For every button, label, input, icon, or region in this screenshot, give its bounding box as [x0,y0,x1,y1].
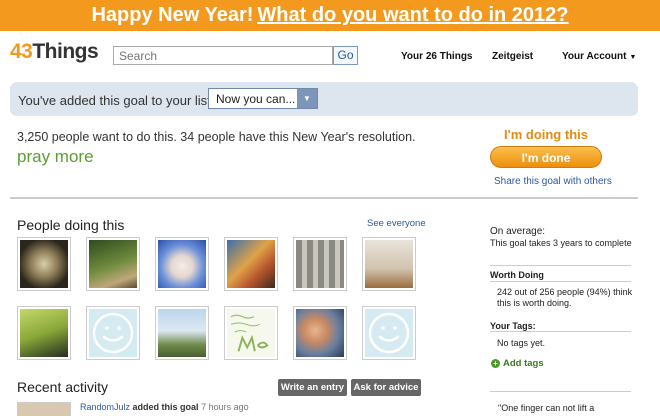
recent-time: 7 hours ago [201,402,249,412]
sidebar-divider [490,331,631,332]
banner-lead: Happy New Year! [91,4,254,26]
search-go-button[interactable]: Go [333,46,358,65]
logo[interactable]: 43Things [10,40,99,64]
nav-your-account-label: Your Account [562,51,627,62]
tree-avatar-image [158,309,206,357]
handwriting-graphic [230,314,269,352]
logo-number: 43 [10,40,33,63]
promo-banner: Happy New Year! What do you want to do in… [0,0,660,31]
user-avatar[interactable] [17,306,71,360]
people-heading: People doing this [17,217,125,233]
plus-icon: + [491,359,500,368]
select-value: Now you can... [216,92,296,106]
banner-link[interactable]: What do you want to do in 2012? [257,4,568,26]
goal-stats: 3,250 people want to do this. 34 people … [17,130,416,144]
user-avatar[interactable] [224,306,278,360]
recent-activity-heading: Recent activity [17,379,109,395]
recent-action: added this goal [132,402,199,412]
see-everyone-link[interactable]: See everyone [367,218,426,229]
share-goal-link[interactable]: Share this goal with others [494,176,612,187]
smiley-icon [368,312,410,354]
your-tags-label: Your Tags: [490,321,536,331]
chevron-down-icon[interactable]: ▼ [297,89,317,108]
user-avatar[interactable] [86,237,140,291]
im-done-button[interactable]: I'm done [490,146,602,168]
user-avatar[interactable] [362,306,416,360]
sidebar-divider [490,265,631,266]
add-tags-link[interactable]: + Add tags [491,358,544,369]
cat-avatar-image [20,309,68,357]
mandala-avatar-image [20,240,68,288]
caret-down-icon: ▼ [629,54,637,61]
section-divider [10,197,638,199]
goal-title[interactable]: pray more [17,147,94,167]
lockers-avatar-image [296,240,344,288]
user-avatar[interactable] [293,237,347,291]
smiley-icon [92,312,134,354]
worth-doing-label: Worth Doing [490,270,544,280]
user-avatar[interactable] [155,306,209,360]
no-tags-text: No tags yet. [497,338,546,348]
average-label: On average: [490,226,546,237]
quote-text: "One finger can not lift a [498,403,595,413]
worth-doing-text-2: this is worth doing. [497,298,572,308]
default-smiley-avatar [89,309,137,357]
worth-doing-text-1: 242 out of 256 people (94%) think [497,287,633,297]
nav-zeitgeist[interactable]: Zeitgeist [492,51,533,62]
sidebar-divider [490,391,631,392]
recent-user-link[interactable]: RandomJulz [80,402,130,412]
ask-advice-button[interactable]: Ask for advice [351,379,421,396]
recent-activity-item: RandomJulz added this goal 7 hours ago [80,402,249,412]
average-text: This goal takes 3 years to complete [490,238,632,248]
im-doing-this-label: I'm doing this [504,127,588,142]
handwritten-me-avatar-image [227,309,275,357]
goal-added-bar: You've added this goal to your list. Now… [10,82,638,116]
now-you-can-select[interactable]: Now you can... ▼ [208,88,318,109]
default-smiley-avatar [365,309,413,357]
logo-word: Things [32,40,99,63]
write-entry-button[interactable]: Write an entry [278,379,347,396]
baby-avatar-image [158,240,206,288]
user-avatar[interactable] [224,237,278,291]
nav-your-things[interactable]: Your 26 Things [401,51,473,62]
tassels-avatar-image [365,240,413,288]
painting-avatar-image [227,240,275,288]
search-input[interactable] [113,46,333,65]
user-avatar[interactable] [155,237,209,291]
goal-added-text: You've added this goal to your list. [18,93,215,108]
user-avatar[interactable] [362,237,416,291]
user-avatar[interactable] [86,306,140,360]
sidebar-divider [490,281,631,282]
stairs-avatar-image [89,240,137,288]
user-avatar[interactable] [17,237,71,291]
headphones-avatar-image [296,309,344,357]
nav-your-account[interactable]: Your Account ▼ [562,51,636,62]
user-avatar[interactable] [293,306,347,360]
add-tags-label: Add tags [503,358,544,369]
